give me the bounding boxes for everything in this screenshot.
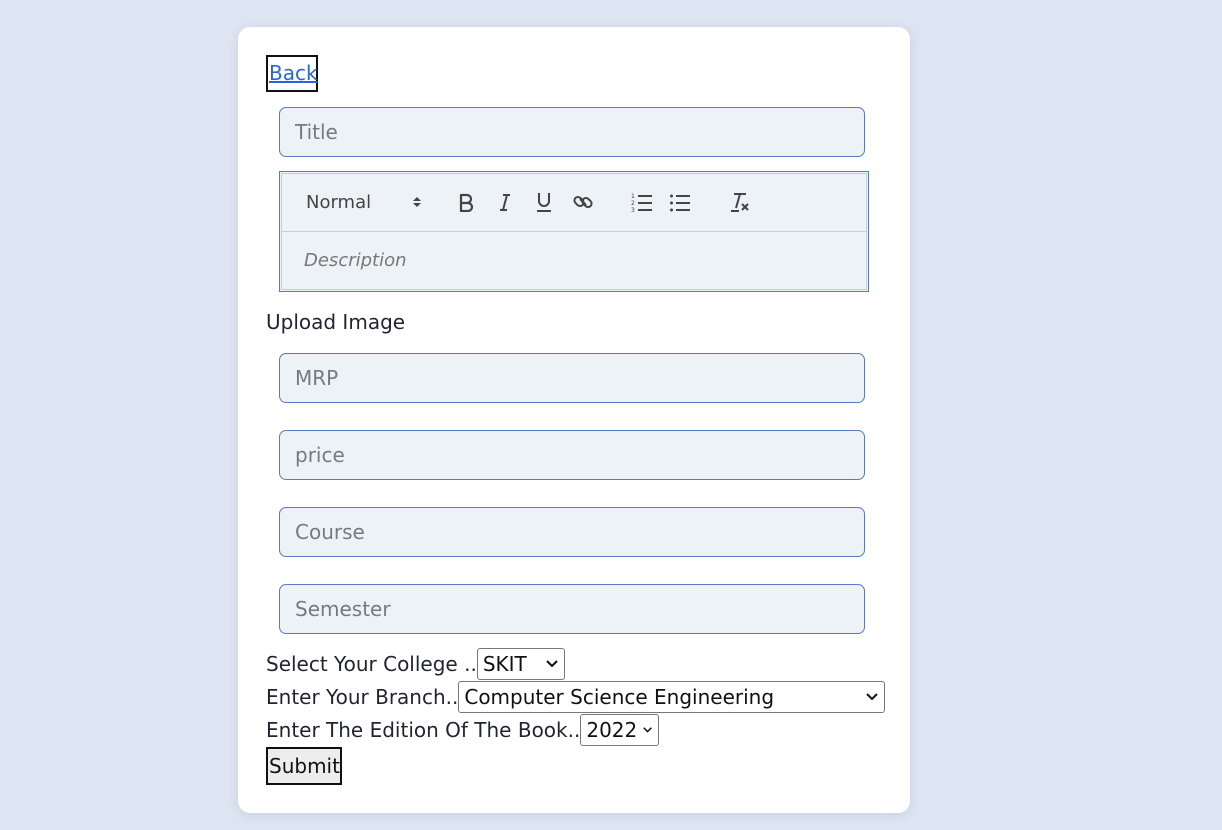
bold-button[interactable]	[454, 190, 478, 214]
edition-select-value: 2022	[586, 718, 638, 742]
bullet-list-icon	[670, 194, 690, 212]
mrp-input[interactable]: MRP	[279, 353, 865, 403]
link-button[interactable]	[571, 190, 595, 214]
up-down-arrows-icon	[413, 197, 421, 207]
ordered-list-button[interactable]: 1 2 3	[630, 190, 654, 214]
svg-text:3: 3	[631, 207, 635, 213]
branch-row: Enter Your Branch.. Computer Science Eng…	[266, 681, 886, 713]
upload-image-label[interactable]: Upload Image	[266, 310, 405, 334]
back-link[interactable]: Back	[266, 55, 318, 92]
bullet-list-button[interactable]	[668, 190, 692, 214]
form-card: Back Title Normal 1 2 3 Description Uplo…	[238, 27, 910, 813]
chevron-down-icon	[546, 660, 558, 668]
title-input[interactable]: Title	[279, 107, 865, 157]
italic-icon	[500, 194, 510, 211]
course-input[interactable]: Course	[279, 507, 865, 557]
heading-select-value: Normal	[306, 191, 372, 213]
ordered-list-icon: 1 2 3	[631, 193, 652, 213]
svg-text:1: 1	[631, 193, 635, 200]
chevron-down-icon	[866, 693, 879, 701]
heading-select[interactable]: Normal	[306, 190, 422, 214]
college-row: Select Your College .. SKIT	[266, 648, 565, 680]
branch-select-value: Computer Science Engineering	[464, 685, 775, 709]
italic-button[interactable]	[493, 190, 517, 214]
underline-button[interactable]	[532, 190, 556, 214]
submit-button[interactable]: Submit	[266, 747, 342, 785]
clear-format-button[interactable]	[728, 190, 752, 214]
svg-text:2: 2	[631, 200, 635, 207]
semester-input[interactable]: Semester	[279, 584, 865, 634]
price-input[interactable]: price	[279, 430, 865, 480]
branch-label: Enter Your Branch..	[266, 685, 459, 709]
edition-select[interactable]: 2022	[580, 714, 660, 746]
rich-text-editor: Normal 1 2 3 Description	[279, 171, 869, 292]
edition-label: Enter The Edition Of The Book..	[266, 718, 581, 742]
chevron-down-icon	[643, 727, 653, 733]
link-icon	[573, 195, 593, 209]
clear-format-icon	[731, 193, 749, 212]
editor-toolbar: Normal 1 2 3	[282, 174, 866, 232]
college-select[interactable]: SKIT	[476, 648, 565, 680]
edition-row: Enter The Edition Of The Book.. 2022	[266, 714, 660, 746]
college-label: Select Your College ..	[266, 652, 477, 676]
description-input[interactable]: Description	[304, 250, 407, 271]
underline-icon	[537, 193, 551, 212]
college-select-value: SKIT	[482, 652, 527, 676]
bold-icon	[459, 193, 474, 212]
branch-select[interactable]: Computer Science Engineering	[458, 681, 886, 713]
